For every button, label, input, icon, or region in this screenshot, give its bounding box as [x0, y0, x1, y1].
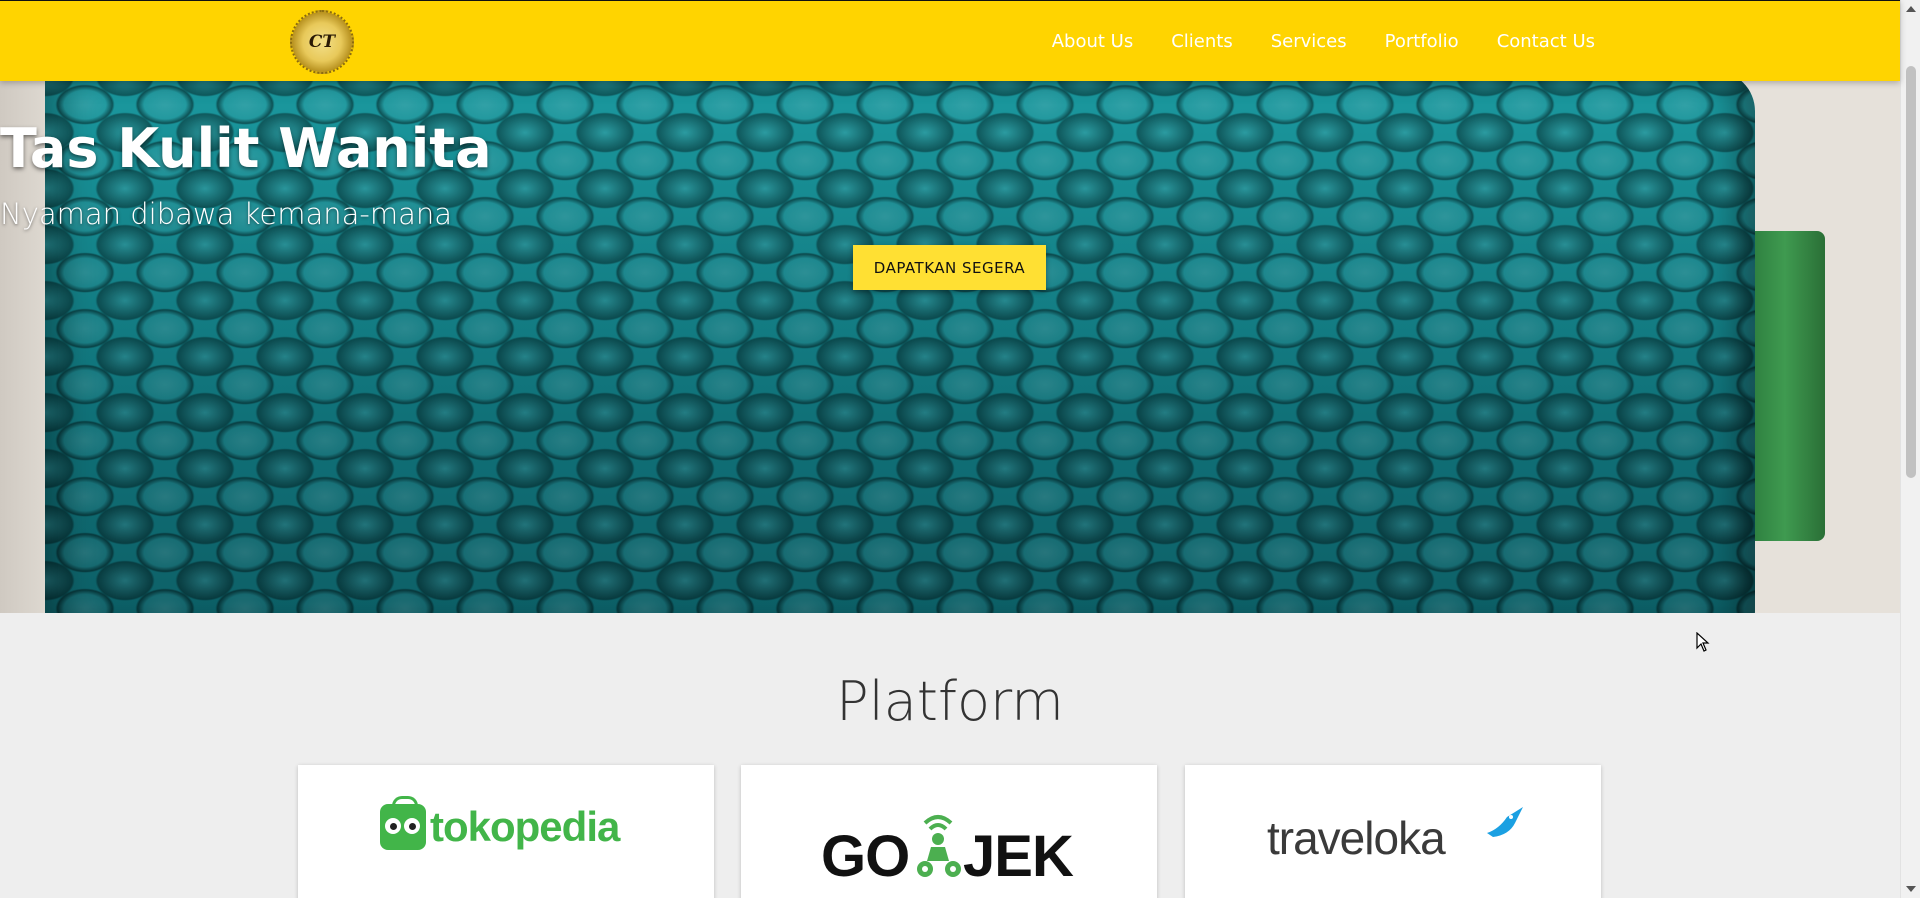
traveloka-bird-icon — [1487, 807, 1523, 837]
platform-card-gojek[interactable]: GO JEK — [741, 765, 1157, 898]
traveloka-logo: traveloka — [1267, 803, 1537, 864]
nav-contact-us[interactable]: Contact Us — [1497, 31, 1595, 52]
get-now-button[interactable]: DAPATKAN SEGERA — [853, 245, 1046, 290]
gojek-rider-icon — [917, 815, 961, 877]
hero-bag-strap — [1745, 231, 1825, 541]
hero-section: Tas Kulit Wanita Nyaman dibawa kemana-ma… — [0, 81, 1900, 613]
ct-logo[interactable]: CT — [290, 10, 354, 74]
page-scrollbar[interactable] — [1900, 0, 1920, 898]
tokopedia-owl-icon — [380, 796, 426, 850]
nav-portfolio[interactable]: Portfolio — [1385, 31, 1459, 52]
top-navbar: CT About Us Clients Services Portfolio C… — [0, 0, 1900, 81]
scroll-thumb[interactable] — [1906, 66, 1916, 478]
traveloka-logo-text: traveloka — [1267, 812, 1446, 864]
hero-title: Tas Kulit Wanita — [0, 117, 492, 180]
nav-about-us[interactable]: About Us — [1052, 31, 1134, 52]
gojek-logo-text-go: GO — [821, 824, 910, 889]
platform-card-tokopedia[interactable]: tokopedia — [298, 765, 714, 898]
scroll-down-arrow-icon[interactable] — [1906, 886, 1916, 892]
platform-card-traveloka[interactable]: traveloka — [1185, 765, 1601, 898]
mouse-cursor-icon — [1696, 632, 1710, 652]
scroll-up-arrow-icon[interactable] — [1906, 6, 1916, 12]
platform-title: Platform — [836, 670, 1064, 733]
nav-clients[interactable]: Clients — [1171, 31, 1233, 52]
gojek-logo-text-jek: JEK — [963, 824, 1074, 889]
logo-text: CT — [308, 32, 336, 52]
nav-links: About Us Clients Services Portfolio Cont… — [1052, 1, 1595, 82]
hero-subtitle: Nyaman dibawa kemana-mana — [0, 197, 453, 231]
tokopedia-logo: tokopedia — [380, 796, 620, 851]
tokopedia-logo-text: tokopedia — [430, 803, 620, 850]
gojek-logo: GO JEK — [821, 801, 1081, 889]
nav-services[interactable]: Services — [1271, 31, 1347, 52]
